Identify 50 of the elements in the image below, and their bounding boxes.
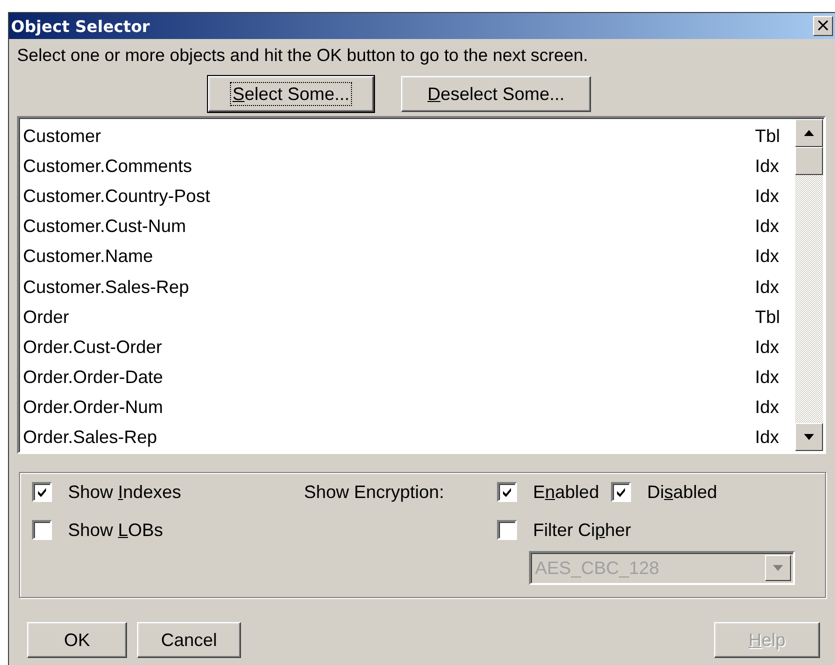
object-type: Idx: [755, 427, 780, 448]
object-name[interactable]: Order.Order-Num: [23, 397, 755, 418]
dialog-button[interactable]: Cancel: [137, 622, 241, 658]
checkbox[interactable]: [611, 482, 632, 502]
instruction-text: Select one or more objects and hit the OK button to go to the next screen.: [17, 45, 590, 66]
object-type: Tbl: [755, 306, 782, 328]
checkbox-label: Show Indexes: [68, 482, 182, 502]
object-type: Idx: [755, 216, 780, 238]
checkbox-label: Disabled: [647, 482, 718, 502]
scroll-up-button[interactable]: [795, 119, 823, 147]
close-button[interactable]: ×: [813, 16, 833, 36]
object-name[interactable]: Order: [23, 306, 755, 328]
checkbox[interactable]: [497, 520, 517, 540]
up-arrow-icon: [804, 130, 814, 136]
object-type: Tbl: [755, 126, 782, 147]
object-name[interactable]: Customer.Sales-Rep: [23, 276, 755, 298]
action-button[interactable]: Select Some...: [208, 76, 374, 112]
object-type: Idx: [755, 246, 780, 268]
object-name[interactable]: Customer.Comments: [23, 156, 755, 177]
down-arrow-icon: [804, 434, 814, 440]
caret-icon: [773, 565, 783, 571]
checkbox[interactable]: [32, 482, 52, 502]
object-name[interactable]: Customer.Country-Post: [23, 186, 755, 207]
checkbox-label: Filter Cipher: [533, 520, 632, 540]
check-icon: [36, 486, 48, 498]
object-name[interactable]: Customer.Name: [23, 246, 755, 268]
object-type: Idx: [755, 336, 780, 358]
window-title: Object Selector: [11, 16, 150, 36]
checkbox-label: Enabled: [533, 482, 600, 502]
object-type: Idx: [755, 397, 780, 418]
object-type: Idx: [755, 156, 780, 177]
encryption-label: Show Encryption:: [304, 482, 446, 502]
checkbox-label: Show LOBs: [68, 520, 164, 540]
object-name[interactable]: Customer: [23, 126, 755, 147]
object-name[interactable]: Order.Order-Date: [23, 367, 755, 388]
action-button[interactable]: Deselect Some...: [401, 76, 591, 112]
dialog-button[interactable]: OK: [27, 622, 127, 658]
object-type: Idx: [755, 367, 780, 388]
scrollbar[interactable]: [795, 119, 823, 451]
object-name[interactable]: Order.Sales-Rep: [23, 427, 755, 448]
object-type: Idx: [755, 276, 780, 298]
object-name[interactable]: Order.Cust-Order: [23, 336, 755, 358]
check-icon: [501, 486, 513, 498]
check-icon: [615, 486, 628, 498]
object-type: Idx: [755, 186, 780, 207]
scroll-thumb[interactable]: [795, 147, 823, 175]
object-name[interactable]: Customer.Cust-Num: [23, 216, 755, 238]
scroll-down-button[interactable]: [795, 423, 823, 451]
checkbox[interactable]: [32, 520, 52, 540]
checkbox[interactable]: [497, 482, 517, 502]
